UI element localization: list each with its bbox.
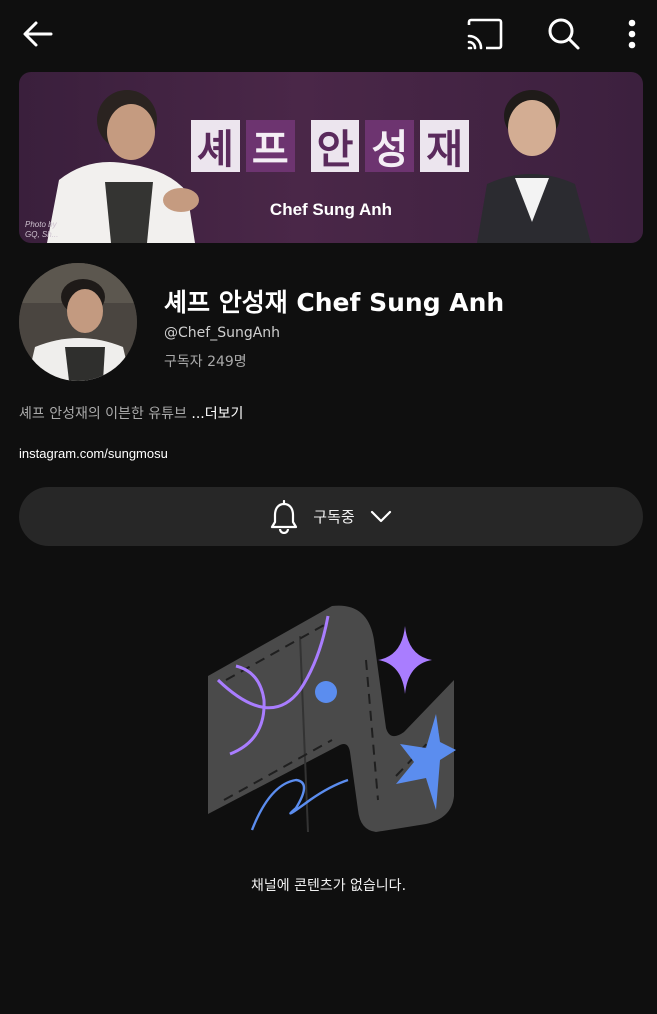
more-options-button[interactable] bbox=[616, 14, 648, 54]
more-vert-icon bbox=[628, 19, 636, 49]
banner-tile: 프 bbox=[245, 120, 295, 173]
channel-external-link[interactable]: instagram.com/sungmosu bbox=[19, 446, 168, 461]
arrow-left-icon bbox=[23, 21, 53, 47]
subscriber-count: 구독자 249명 bbox=[164, 354, 247, 370]
banner-tile: 성 bbox=[365, 120, 415, 173]
empty-state-message: 채널에 콘텐츠가 없습니다. bbox=[250, 878, 407, 894]
channel-banner: 셰 프 안 성 재 Chef Sung Anh Photo by GQ, Sh.… bbox=[19, 72, 643, 243]
chevron-down-icon bbox=[370, 510, 391, 522]
back-button[interactable] bbox=[18, 14, 58, 54]
more-link[interactable]: ...더보기 bbox=[191, 406, 243, 422]
banner-tile: 재 bbox=[420, 120, 470, 173]
banner-tile: 안 bbox=[310, 120, 360, 173]
credit-line: GQ, Sh... bbox=[25, 230, 59, 239]
top-app-bar bbox=[0, 0, 657, 66]
search-icon bbox=[548, 18, 580, 50]
cast-button[interactable] bbox=[464, 14, 506, 54]
banner-photo-credit: Photo by GQ, Sh... bbox=[25, 220, 58, 240]
channel-description[interactable]: 셰프 안성재의 이븐한 유튜브 ...더보기 bbox=[19, 403, 243, 423]
search-button[interactable] bbox=[544, 14, 584, 54]
banner-tile: 셰 bbox=[191, 120, 240, 173]
avatar-image bbox=[19, 263, 137, 381]
empty-state-illustration bbox=[200, 600, 460, 840]
channel-name: 셰프 안성재 Chef Sung Anh bbox=[164, 288, 505, 317]
bell-icon bbox=[271, 499, 298, 534]
banner-title: 셰 프 안 성 재 bbox=[191, 120, 470, 173]
description-text: 셰프 안성재의 이븐한 유튜브 bbox=[19, 406, 192, 422]
subscribe-label: 구독중 bbox=[313, 508, 355, 526]
channel-handle: @Chef_SungAnh bbox=[164, 325, 281, 341]
credit-line: Photo by bbox=[25, 220, 57, 229]
channel-avatar[interactable] bbox=[19, 263, 137, 381]
banner-subtitle: Chef Sung Anh bbox=[269, 200, 393, 219]
subscribed-button[interactable]: 구독중 bbox=[19, 487, 643, 546]
cast-icon bbox=[467, 18, 503, 50]
